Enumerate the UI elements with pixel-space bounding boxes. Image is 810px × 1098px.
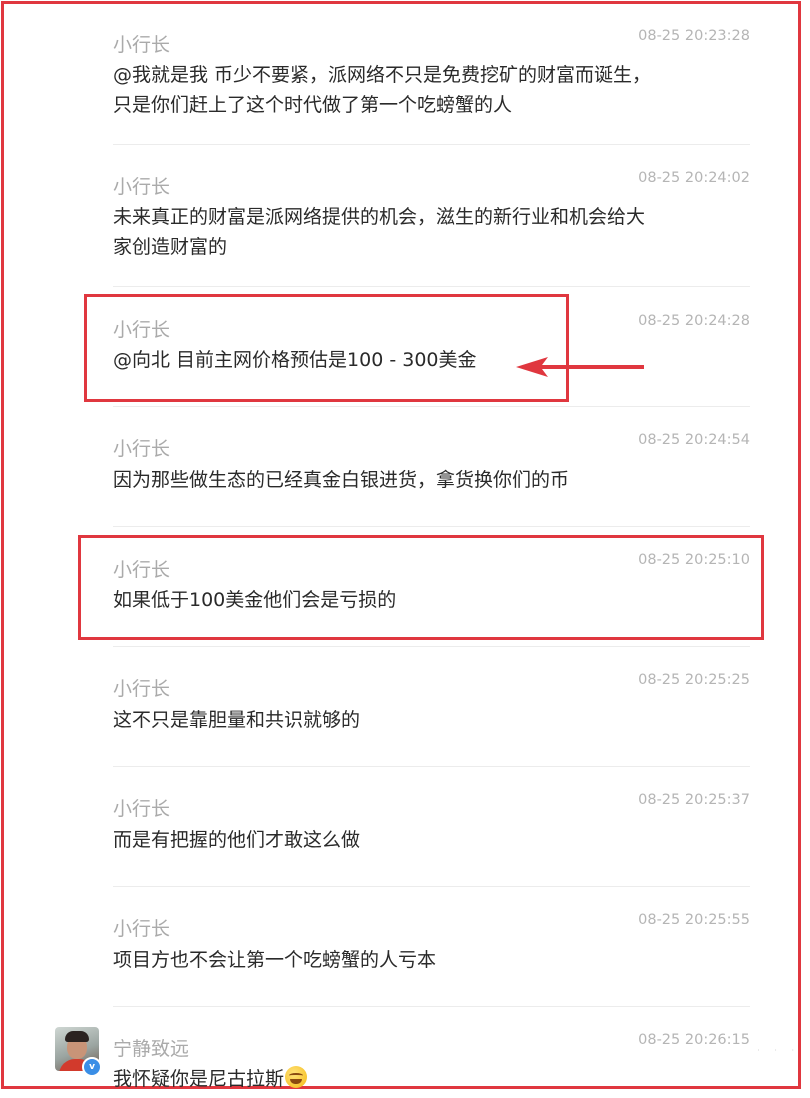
comment-divider <box>113 526 750 527</box>
comment-time: 08-25 20:24:28 <box>638 313 750 329</box>
comment-text: 未来真正的财富是派网络提供的机会，滋生的新行业和机会给大 家创造财富的 <box>113 202 713 262</box>
verified-badge-icon: v <box>82 1057 102 1077</box>
scroll-more-indicator: · · · <box>757 1046 800 1055</box>
comment-text: 项目方也不会让第一个吃螃蟹的人亏本 <box>113 945 713 975</box>
comment-text: 而是有把握的他们才敢这么做 <box>113 825 713 855</box>
comment-author[interactable]: 小行长 <box>113 434 170 461</box>
comment-divider <box>113 1006 750 1007</box>
red-arrow-icon <box>516 357 644 377</box>
comment-author[interactable]: 小行长 <box>113 674 170 701</box>
comment-text-line: 而是有把握的他们才敢这么做 <box>113 829 361 851</box>
comment-divider <box>113 144 750 145</box>
grinning-sweat-emoji-icon <box>285 1066 308 1088</box>
highlight-box <box>84 294 569 402</box>
comment-author[interactable]: 小行长 <box>113 172 170 199</box>
comment-divider <box>113 886 750 887</box>
comment-divider <box>113 286 750 287</box>
comment-divider <box>113 766 750 767</box>
comment-text: @我就是我 币少不要紧，派网络不只是免费挖矿的财富而诞生， 只是你们赶上了这个时… <box>113 60 713 120</box>
comment-time: 08-25 20:25:37 <box>638 792 750 808</box>
comment-time: 08-25 20:24:54 <box>638 432 750 448</box>
comment-text: 我怀疑你是尼古拉斯 <box>113 1064 713 1094</box>
comment-text-line: 我怀疑你是尼古拉斯 <box>113 1068 285 1090</box>
comment-text-line: @我就是我 币少不要紧，派网络不只是免费挖矿的财富而诞生， <box>113 64 652 86</box>
comment-author[interactable]: 小行长 <box>113 794 170 821</box>
comment-divider <box>113 406 750 407</box>
highlight-box <box>78 535 764 640</box>
comment-time: 08-25 20:25:25 <box>638 672 750 688</box>
comment-text-line: 只是你们赶上了这个时代做了第一个吃螃蟹的人 <box>113 94 513 116</box>
comment-time: 08-25 20:25:55 <box>638 912 750 928</box>
comment-text: 这不只是靠胆量和共识就够的 <box>113 705 713 735</box>
comment-divider <box>113 646 750 647</box>
comment-text-line: 项目方也不会让第一个吃螃蟹的人亏本 <box>113 949 437 971</box>
comment-text-line: 这不只是靠胆量和共识就够的 <box>113 709 361 731</box>
comment-author[interactable]: 小行长 <box>113 30 170 57</box>
comment-author[interactable]: 小行长 <box>113 914 170 941</box>
comment-time: 08-25 20:26:15 <box>638 1032 750 1048</box>
comment-text-line: 未来真正的财富是派网络提供的机会，滋生的新行业和机会给大 <box>113 206 646 228</box>
comment-time: 08-25 20:23:28 <box>638 28 750 44</box>
comment-text-line: 因为那些做生态的已经真金白银进货，拿货换你们的币 <box>113 469 570 491</box>
comment-time: 08-25 20:24:02 <box>638 170 750 186</box>
comment-author[interactable]: 宁静致远 <box>113 1034 189 1061</box>
comment-text: 因为那些做生态的已经真金白银进货，拿货换你们的币 <box>113 465 713 495</box>
comment-text-line: 家创造财富的 <box>113 236 228 258</box>
